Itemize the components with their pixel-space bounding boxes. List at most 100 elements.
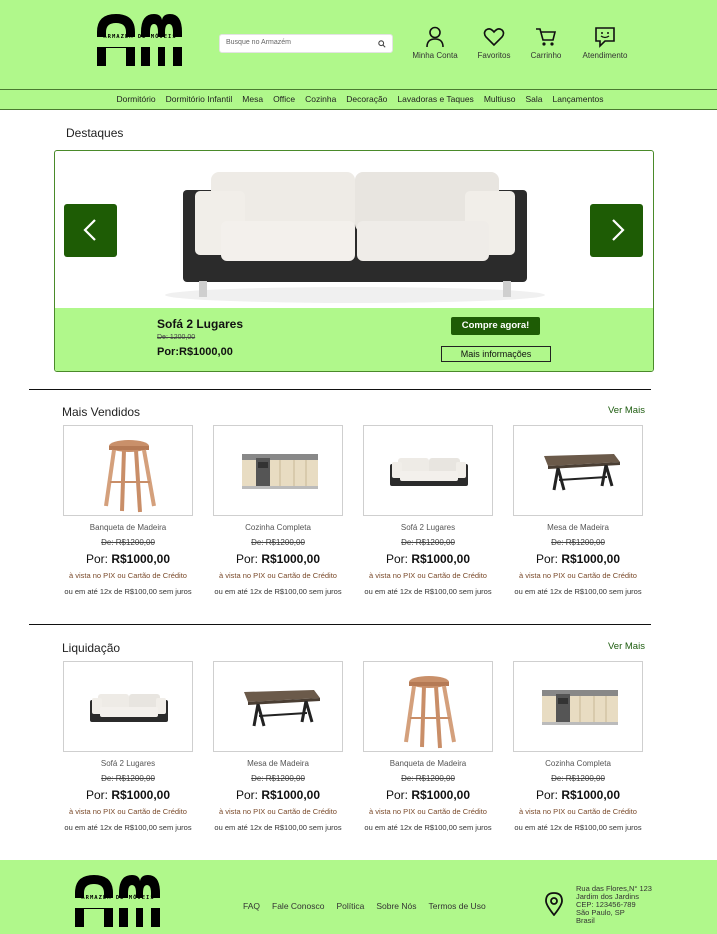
product-old-price: De: R$1200,00 <box>551 774 605 783</box>
product-card[interactable]: Cozinha Completa De: R$1200,00 Por: R$1000… <box>512 661 644 832</box>
product-card[interactable]: Cozinha Completa De: R$1200,00 Por: R$1000… <box>212 425 344 596</box>
footer-link-faq[interactable]: FAQ <box>243 901 260 911</box>
product-card[interactable]: Banqueta de Madeira De: R$1200,00 Por: R$1… <box>362 661 494 832</box>
logo[interactable]: ARMAZÉM DE MÓVEIS <box>95 12 183 68</box>
support-button[interactable]: Atendimento <box>575 26 635 60</box>
product-thumbnail[interactable] <box>363 661 493 752</box>
product-thumbnail[interactable] <box>513 425 643 516</box>
product-installments: ou em até 12x de R$100,00 sem juros <box>364 587 492 596</box>
product-card[interactable]: Banqueta de Madeira De: R$1200,00 Por: R$1… <box>62 425 194 596</box>
carousel-prev-button[interactable] <box>64 204 117 257</box>
price-prefix: Por: <box>235 552 258 566</box>
search-icon[interactable] <box>378 40 386 48</box>
product-payment-pix: à vista no PIX ou Cartão de Crédito <box>369 571 487 580</box>
product-card[interactable]: Mesa de Madeira De: R$1200,00 Por: R$1000,… <box>212 661 344 832</box>
sale-see-more-link[interactable]: Ver Mais <box>608 641 645 652</box>
price-value: R$1000,00 <box>411 552 471 566</box>
product-installments: ou em até 12x de R$100,00 sem juros <box>364 823 492 832</box>
product-payment-pix: à vista no PIX ou Cartão de Crédito <box>519 571 637 580</box>
nav-item-office[interactable]: Office <box>268 90 300 109</box>
search-placeholder: Busque no Armazém <box>226 39 291 46</box>
carousel-next-button[interactable] <box>590 204 643 257</box>
product-price: Por: R$1000,00 <box>362 788 494 802</box>
product-installments: ou em até 12x de R$100,00 sem juros <box>64 823 192 832</box>
price-value: R$1000,00 <box>179 346 233 358</box>
product-name[interactable]: Cozinha Completa <box>212 523 344 532</box>
site-header: ARMAZÉM DE MÓVEIS Busque no Armazém Minh… <box>0 0 717 89</box>
footer-logo-text: ARMAZÉM DE MÓVEIS <box>81 895 155 901</box>
chat-icon <box>595 27 615 48</box>
product-card[interactable]: Sofá 2 Lugares De: R$1200,00 Por: R$1000,0… <box>62 661 194 832</box>
product-old-price: De: R$1200,00 <box>401 538 455 547</box>
buy-now-button[interactable]: Compre agora! <box>451 317 540 335</box>
product-thumbnail[interactable] <box>363 425 493 516</box>
footer-link-terms[interactable]: Termos de Uso <box>429 901 486 911</box>
footer-links: FAQ Fale Conosco Política Sobre Nós Term… <box>243 901 498 911</box>
price-prefix: Por: <box>535 788 558 802</box>
nav-item-dormitorio-infantil[interactable]: Dormitório Infantil <box>161 90 238 109</box>
favorites-button[interactable]: Favoritos <box>464 26 524 60</box>
footer-link-contact[interactable]: Fale Conosco <box>272 901 324 911</box>
section-divider <box>29 624 651 625</box>
product-old-price: De: R$1200,00 <box>551 538 605 547</box>
location-pin-icon <box>545 892 563 916</box>
product-card[interactable]: Sofá 2 Lugares De: R$1200,00 Por: R$1000,0… <box>362 425 494 596</box>
product-old-price: De: R$1200,00 <box>251 538 305 547</box>
more-info-button[interactable]: Mais informações <box>441 346 551 362</box>
nav-item-lancamentos[interactable]: Lançamentos <box>547 90 608 109</box>
highlight-carousel: Sofá 2 Lugares De: 1200,00 Por:R$1000,00… <box>54 150 654 372</box>
address-line: Brasil <box>576 916 595 925</box>
account-label: Minha Conta <box>412 51 458 60</box>
product-name[interactable]: Sofá 2 Lugares <box>62 759 194 768</box>
cart-label: Carrinho <box>530 51 562 60</box>
footer-logo[interactable]: ARMAZÉM DE MÓVEIS <box>73 873 161 929</box>
account-button[interactable]: Minha Conta <box>405 26 465 60</box>
footer-link-policy[interactable]: Política <box>336 901 364 911</box>
nav-item-dormitorio[interactable]: Dormitório <box>111 90 160 109</box>
price-value: R$1000,00 <box>261 788 321 802</box>
user-icon <box>426 26 444 48</box>
product-name[interactable]: Mesa de Madeira <box>512 523 644 532</box>
cart-button[interactable]: Carrinho <box>516 26 576 60</box>
best-sellers-title: Mais Vendidos <box>62 405 141 419</box>
highlight-info-band: Sofá 2 Lugares De: 1200,00 Por:R$1000,00… <box>55 308 653 371</box>
price-prefix: Por: <box>85 552 108 566</box>
price-value: R$1000,00 <box>111 788 171 802</box>
cart-icon <box>536 28 557 46</box>
product-thumbnail[interactable] <box>213 425 343 516</box>
logo-text: ARMAZÉM DE MÓVEIS <box>103 34 177 40</box>
product-payment-pix: à vista no PIX ou Cartão de Crédito <box>69 807 187 816</box>
product-payment-pix: à vista no PIX ou Cartão de Crédito <box>219 807 337 816</box>
nav-item-decoracao[interactable]: Decoração <box>341 90 392 109</box>
nav-item-cozinha[interactable]: Cozinha <box>300 90 341 109</box>
product-card[interactable]: Mesa de Madeira De: R$1200,00 Por: R$1000,… <box>512 425 644 596</box>
highlight-product-name: Sofá 2 Lugares <box>157 317 244 331</box>
highlight-new-price: Por:R$1000,00 <box>157 346 233 358</box>
search-input[interactable]: Busque no Armazém <box>219 34 393 53</box>
product-installments: ou em até 12x de R$100,00 sem juros <box>214 823 342 832</box>
footer-link-about[interactable]: Sobre Nós <box>376 901 416 911</box>
nav-item-multiuso[interactable]: Multiuso <box>479 90 521 109</box>
nav-item-mesa[interactable]: Mesa <box>237 90 268 109</box>
best-sellers-see-more-link[interactable]: Ver Mais <box>608 405 645 416</box>
product-thumbnail[interactable] <box>513 661 643 752</box>
sofa-image <box>90 694 168 722</box>
price-value: R$1000,00 <box>411 788 471 802</box>
product-name[interactable]: Sofá 2 Lugares <box>362 523 494 532</box>
product-thumbnail[interactable] <box>213 661 343 752</box>
product-name[interactable]: Banqueta de Madeira <box>362 759 494 768</box>
product-old-price: De: R$1200,00 <box>251 774 305 783</box>
site-footer: ARMAZÉM DE MÓVEIS FAQ Fale Conosco Polít… <box>0 860 717 934</box>
chevron-left-icon <box>82 219 96 241</box>
price-prefix: Por: <box>385 788 408 802</box>
product-price: Por: R$1000,00 <box>62 552 194 566</box>
nav-item-lavadoras[interactable]: Lavadoras e Taques <box>392 90 478 109</box>
nav-item-sala[interactable]: Sala <box>520 90 547 109</box>
product-installments: ou em até 12x de R$100,00 sem juros <box>214 587 342 596</box>
table-image <box>544 454 620 491</box>
product-thumbnail[interactable] <box>63 425 193 516</box>
product-name[interactable]: Banqueta de Madeira <box>62 523 194 532</box>
product-name[interactable]: Cozinha Completa <box>512 759 644 768</box>
product-name[interactable]: Mesa de Madeira <box>212 759 344 768</box>
product-thumbnail[interactable] <box>63 661 193 752</box>
